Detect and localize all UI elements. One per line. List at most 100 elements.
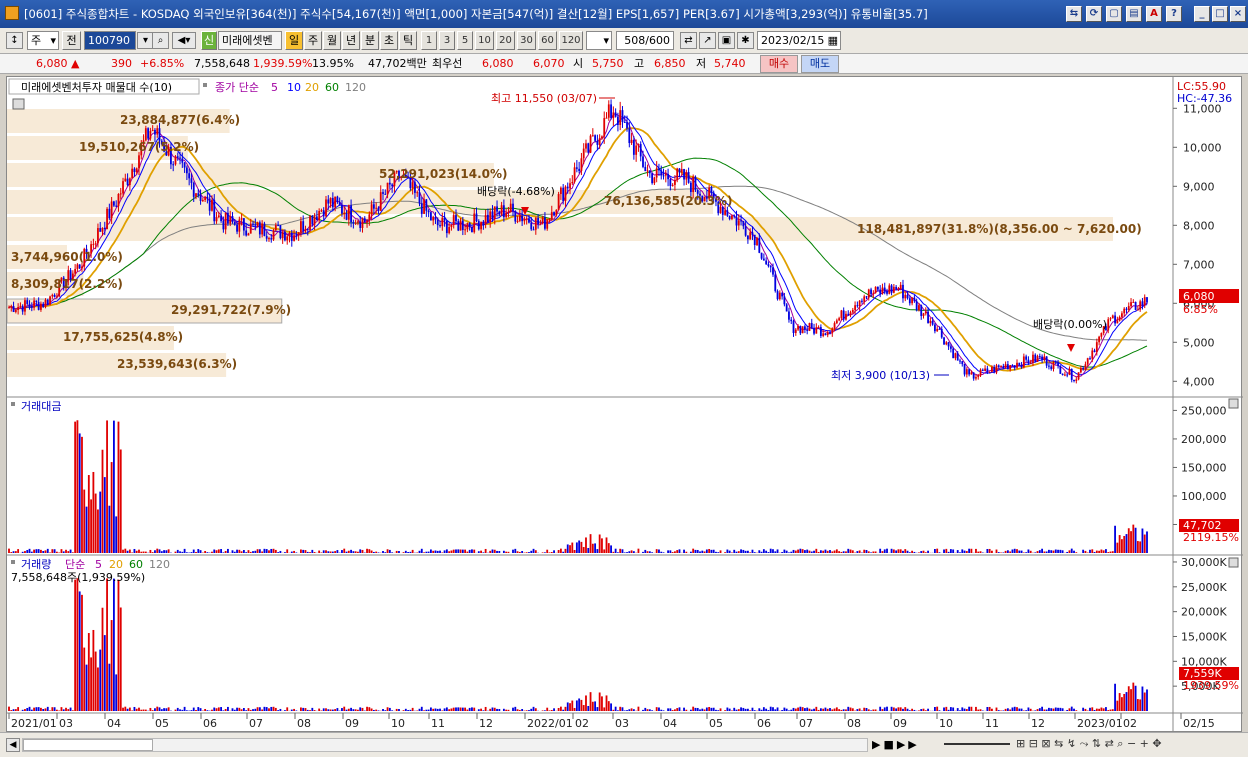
interval-60[interactable]: 60 <box>538 31 557 50</box>
volume-bar <box>450 708 453 711</box>
volume-bar <box>496 708 498 711</box>
scrollbar-thumb[interactable] <box>23 739 153 751</box>
search-icon[interactable]: ⌕ <box>152 32 169 49</box>
candle-body <box>1139 301 1142 310</box>
volume-bar <box>712 707 715 711</box>
interval-120[interactable]: 120 <box>559 31 583 50</box>
candle-body <box>591 135 594 137</box>
volume-bar <box>1143 692 1146 711</box>
interval-3[interactable]: 3 <box>439 31 455 50</box>
save-icon[interactable]: ▣ <box>718 32 735 49</box>
period-minute[interactable]: 분 <box>361 31 379 50</box>
candle-body <box>14 309 17 313</box>
amount-bar <box>67 551 70 553</box>
all-button[interactable]: 전 <box>62 31 81 50</box>
amount-bar <box>215 550 218 553</box>
amount-bar <box>632 551 635 553</box>
sell-button[interactable]: 매도 <box>801 55 839 73</box>
amount-panel-toggle[interactable] <box>1228 398 1239 409</box>
amount-bar <box>815 548 818 553</box>
candle-body <box>635 145 638 155</box>
candle-body <box>918 305 920 311</box>
candle-body <box>1061 373 1064 375</box>
volume-bar <box>662 710 665 711</box>
volume-bar <box>1061 708 1064 711</box>
candle-body <box>892 286 895 293</box>
chart-settings-icon[interactable]: ↕ <box>6 32 23 49</box>
interval-30[interactable]: 30 <box>517 31 536 50</box>
candle-body <box>309 216 311 231</box>
amount-bar <box>263 548 266 553</box>
candle-body <box>571 181 574 184</box>
period-tick[interactable]: 틱 <box>399 31 417 50</box>
candle-body <box>238 219 241 232</box>
date-input[interactable]: 2023/02/15 ▦ <box>757 31 841 50</box>
candle-body <box>899 284 902 289</box>
amount-tick-label: 200,000 <box>1181 433 1227 446</box>
amount-bar <box>612 551 615 553</box>
volume-bar <box>97 667 99 711</box>
volume-panel-toggle[interactable] <box>1228 557 1239 568</box>
buy-button[interactable]: 매수 <box>760 55 798 73</box>
playback-controls[interactable]: ▶■▶▶ <box>872 738 920 751</box>
window-icon[interactable]: ▢ <box>1106 6 1122 22</box>
scroll-left-icon[interactable]: ◀ <box>6 738 20 752</box>
amount-bar <box>512 549 514 553</box>
amount-bar <box>1018 550 1021 553</box>
chart-tools[interactable]: ⊞ ⊟ ⊠ ⇆ ↯ ⤳ ⇅ ⇄ ⌕ − + ✥ <box>1016 737 1162 751</box>
candle-body <box>785 304 788 312</box>
amount-bar <box>258 549 261 553</box>
count-field[interactable]: 508/600 <box>616 31 674 50</box>
text-icon[interactable]: A <box>1146 6 1162 22</box>
stock-code-input[interactable]: 100790 <box>84 31 136 50</box>
period-year[interactable]: 년 <box>342 31 360 50</box>
period-month[interactable]: 월 <box>323 31 341 50</box>
zoom-slider[interactable] <box>944 743 1010 745</box>
indicator-icon[interactable]: ↗ <box>699 32 716 49</box>
chart-area[interactable]: 미래에셋벤처투자 매물대 수(10) 종가 단순 5 10 20 60 120 … <box>6 76 1243 733</box>
amount-bar <box>630 550 633 553</box>
volume-bar <box>238 707 241 711</box>
stock-chart[interactable]: 미래에셋벤처투자 매물대 수(10) 종가 단순 5 10 20 60 120 … <box>6 77 1243 733</box>
volume-bar <box>616 710 619 711</box>
close-icon[interactable]: × <box>1230 6 1246 22</box>
period-week[interactable]: 주 <box>304 31 322 50</box>
amount-bar <box>192 549 195 553</box>
interval-20[interactable]: 20 <box>496 31 515 50</box>
candle-body <box>17 306 20 310</box>
grid-icon[interactable] <box>12 98 25 110</box>
help-icon[interactable]: ? <box>1166 6 1182 22</box>
candle-body <box>391 184 394 187</box>
interval-5[interactable]: 5 <box>457 31 473 50</box>
candle-body <box>614 112 617 117</box>
link-icon[interactable]: ⇆ <box>1066 6 1082 22</box>
volume-bar <box>174 709 177 711</box>
horizontal-scrollbar[interactable] <box>22 738 868 752</box>
print-icon[interactable]: ▤ <box>1126 6 1142 22</box>
sync-icon[interactable]: ⟳ <box>1086 6 1102 22</box>
minimize-icon[interactable]: _ <box>1194 6 1210 22</box>
volume-bar <box>265 707 268 711</box>
amount-bar <box>1091 549 1094 553</box>
amount-bar <box>1146 531 1148 553</box>
sound-icon[interactable]: ◀▾ <box>172 32 196 49</box>
candle-body <box>509 203 512 213</box>
amount-bar <box>293 550 295 553</box>
maximize-icon[interactable]: □ <box>1212 6 1228 22</box>
volume-bar <box>1095 708 1098 711</box>
amount-bar <box>206 552 209 553</box>
period-day[interactable]: 일 <box>285 31 303 50</box>
amount-bar <box>407 552 410 553</box>
candle-body <box>231 216 234 222</box>
amount-bar <box>1107 552 1110 553</box>
interval-input[interactable]: ▾ <box>586 31 612 50</box>
market-type-select[interactable]: 주 ▾ <box>27 31 59 50</box>
gear-icon[interactable]: ✱ <box>737 32 754 49</box>
candle-body <box>366 220 368 223</box>
amount-bar <box>892 549 895 553</box>
scroll-icon[interactable]: ⇄ <box>680 32 697 49</box>
period-second[interactable]: 초 <box>380 31 398 50</box>
interval-1[interactable]: 1 <box>421 31 437 50</box>
interval-10[interactable]: 10 <box>475 31 494 50</box>
volume-bar <box>377 710 380 711</box>
